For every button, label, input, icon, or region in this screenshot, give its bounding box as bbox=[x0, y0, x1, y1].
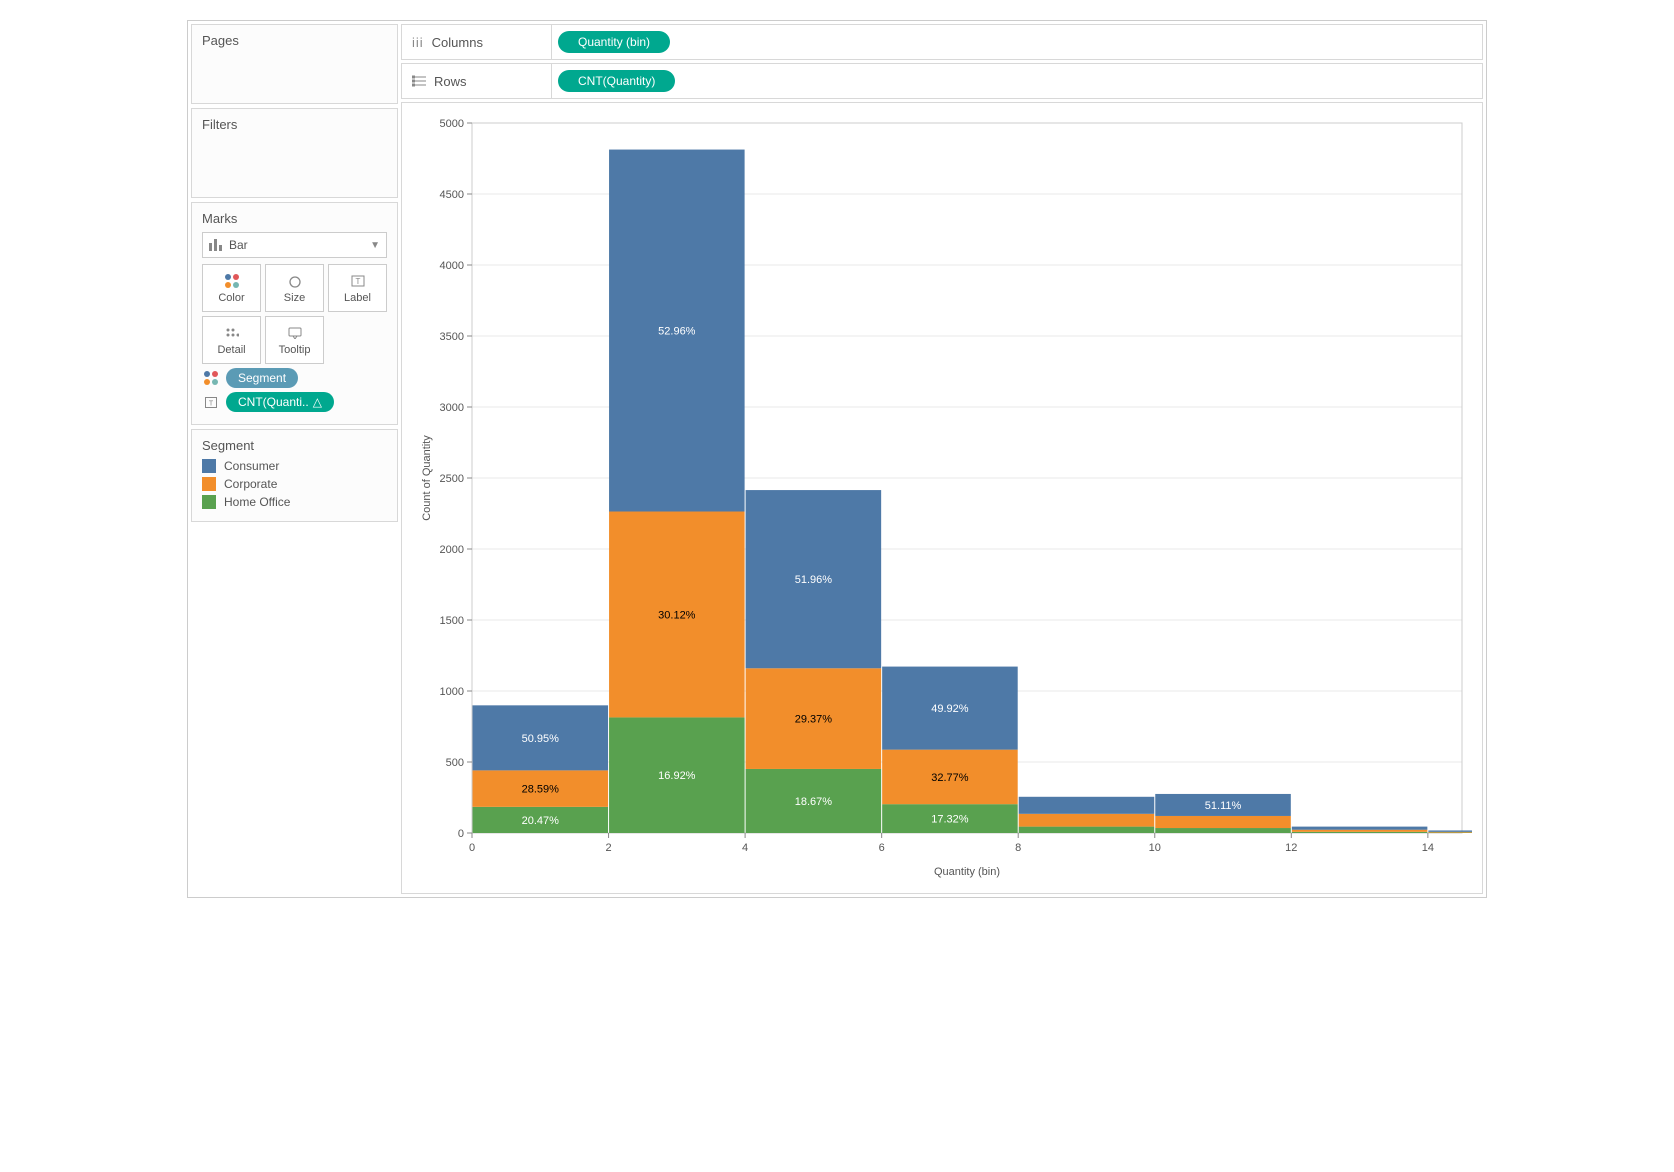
columns-label: Columns bbox=[432, 35, 483, 50]
bar-segment[interactable] bbox=[1428, 832, 1472, 833]
tooltip-icon bbox=[288, 325, 302, 341]
size-button[interactable]: Size bbox=[265, 264, 324, 312]
svg-text:6: 6 bbox=[879, 842, 885, 854]
color-dots-icon bbox=[202, 371, 220, 385]
svg-text:4: 4 bbox=[742, 842, 748, 854]
bar-percent-label: 16.92% bbox=[658, 770, 696, 782]
svg-text:14: 14 bbox=[1422, 842, 1434, 854]
legend-item[interactable]: Home Office bbox=[202, 495, 387, 509]
svg-text:1000: 1000 bbox=[440, 686, 464, 698]
bar-percent-label: 49.92% bbox=[931, 703, 969, 715]
bar-percent-label: 17.32% bbox=[931, 814, 969, 826]
bar-percent-label: 51.11% bbox=[1205, 800, 1242, 812]
svg-text:4500: 4500 bbox=[440, 189, 464, 201]
svg-text:0: 0 bbox=[469, 842, 475, 854]
bar-percent-label: 52.96% bbox=[658, 326, 696, 338]
filters-shelf[interactable]: Filters bbox=[191, 108, 398, 198]
bar-percent-label: 51.96% bbox=[795, 574, 833, 586]
legend-item[interactable]: Consumer bbox=[202, 459, 387, 473]
marks-pill-cnt[interactable]: T CNT(Quanti..△ bbox=[202, 392, 387, 412]
bar-icon bbox=[209, 239, 223, 251]
chart-viz[interactable]: 0 500 1000 1500 2000 2500 3000 3500 4000 4500 5000… bbox=[401, 102, 1483, 894]
marks-label: Marks bbox=[202, 211, 387, 226]
legend-swatch bbox=[202, 459, 216, 473]
legend-label: Home Office bbox=[224, 495, 290, 509]
legend-label: Consumer bbox=[224, 459, 279, 473]
legend-card: Segment Consumer Corporate Home Office bbox=[191, 429, 398, 522]
bar-segment[interactable] bbox=[1292, 832, 1428, 833]
bar-percent-label: 50.95% bbox=[522, 733, 560, 745]
bar-percent-label: 18.67% bbox=[795, 796, 833, 808]
svg-text:2000: 2000 bbox=[440, 544, 464, 556]
bar-segment[interactable] bbox=[1292, 827, 1428, 830]
legend-title: Segment bbox=[202, 438, 387, 453]
bar-percent-label: 20.47% bbox=[522, 815, 560, 827]
chevron-down-icon: ▼ bbox=[370, 240, 380, 251]
x-axis-label: Quantity (bin) bbox=[934, 866, 1000, 878]
bar-segment[interactable] bbox=[1019, 797, 1155, 814]
bar-segment[interactable] bbox=[1155, 816, 1291, 828]
bar-segment[interactable] bbox=[1019, 827, 1155, 833]
marks-card: Marks Bar ▼ Color bbox=[191, 202, 398, 425]
svg-text:T: T bbox=[355, 277, 360, 286]
bar-percent-label: 30.12% bbox=[658, 609, 696, 621]
svg-text:5000: 5000 bbox=[440, 118, 464, 130]
bar-segment[interactable] bbox=[1019, 814, 1155, 827]
svg-text:3500: 3500 bbox=[440, 331, 464, 343]
tooltip-button[interactable]: Tooltip bbox=[265, 316, 324, 364]
rows-pill[interactable]: CNT(Quantity) bbox=[558, 70, 675, 92]
columns-shelf[interactable]: iii Columns Quantity (bin) bbox=[401, 24, 1483, 60]
svg-text:4000: 4000 bbox=[440, 260, 464, 272]
legend-label: Corporate bbox=[224, 477, 277, 491]
svg-text:500: 500 bbox=[446, 757, 464, 769]
bar-percent-label: 32.77% bbox=[931, 772, 969, 784]
marks-pill-segment[interactable]: Segment bbox=[202, 368, 387, 388]
legend-swatch bbox=[202, 495, 216, 509]
label-icon: T bbox=[202, 397, 220, 408]
bar-percent-label: 29.37% bbox=[795, 714, 833, 726]
svg-text:12: 12 bbox=[1285, 842, 1297, 854]
pill-cnt[interactable]: CNT(Quanti..△ bbox=[226, 392, 334, 412]
delta-icon: △ bbox=[313, 395, 322, 409]
rows-label: Rows bbox=[434, 74, 467, 89]
color-dots-icon bbox=[225, 273, 239, 289]
svg-text:T: T bbox=[209, 400, 214, 407]
y-axis-label: Count of Quantity bbox=[421, 435, 433, 521]
label-button[interactable]: T Label bbox=[328, 264, 387, 312]
legend-swatch bbox=[202, 477, 216, 491]
pill-segment[interactable]: Segment bbox=[226, 368, 298, 388]
color-button[interactable]: Color bbox=[202, 264, 261, 312]
legend-item[interactable]: Corporate bbox=[202, 477, 387, 491]
svg-text:8: 8 bbox=[1015, 842, 1021, 854]
svg-text:10: 10 bbox=[1149, 842, 1161, 854]
filters-label: Filters bbox=[202, 117, 387, 132]
svg-text:2500: 2500 bbox=[440, 473, 464, 485]
detail-icon bbox=[225, 325, 239, 341]
label-icon: T bbox=[351, 273, 365, 289]
svg-text:0: 0 bbox=[458, 828, 464, 840]
detail-button[interactable]: Detail bbox=[202, 316, 261, 364]
rows-icon bbox=[412, 75, 426, 87]
columns-icon: iii bbox=[412, 35, 424, 50]
bar-percent-label: 28.59% bbox=[522, 784, 560, 796]
svg-text:3000: 3000 bbox=[440, 402, 464, 414]
pages-label: Pages bbox=[202, 33, 387, 48]
mark-type-dropdown[interactable]: Bar ▼ bbox=[202, 232, 387, 258]
svg-text:1500: 1500 bbox=[440, 615, 464, 627]
bar-segment[interactable] bbox=[1155, 828, 1291, 833]
size-icon bbox=[287, 273, 303, 289]
bar-segment[interactable] bbox=[1292, 830, 1428, 832]
columns-pill[interactable]: Quantity (bin) bbox=[558, 31, 670, 53]
rows-shelf[interactable]: Rows CNT(Quantity) bbox=[401, 63, 1483, 99]
pages-shelf[interactable]: Pages bbox=[191, 24, 398, 104]
svg-text:2: 2 bbox=[605, 842, 611, 854]
bar-segment[interactable] bbox=[1428, 830, 1472, 831]
mark-type-label: Bar bbox=[229, 238, 248, 252]
